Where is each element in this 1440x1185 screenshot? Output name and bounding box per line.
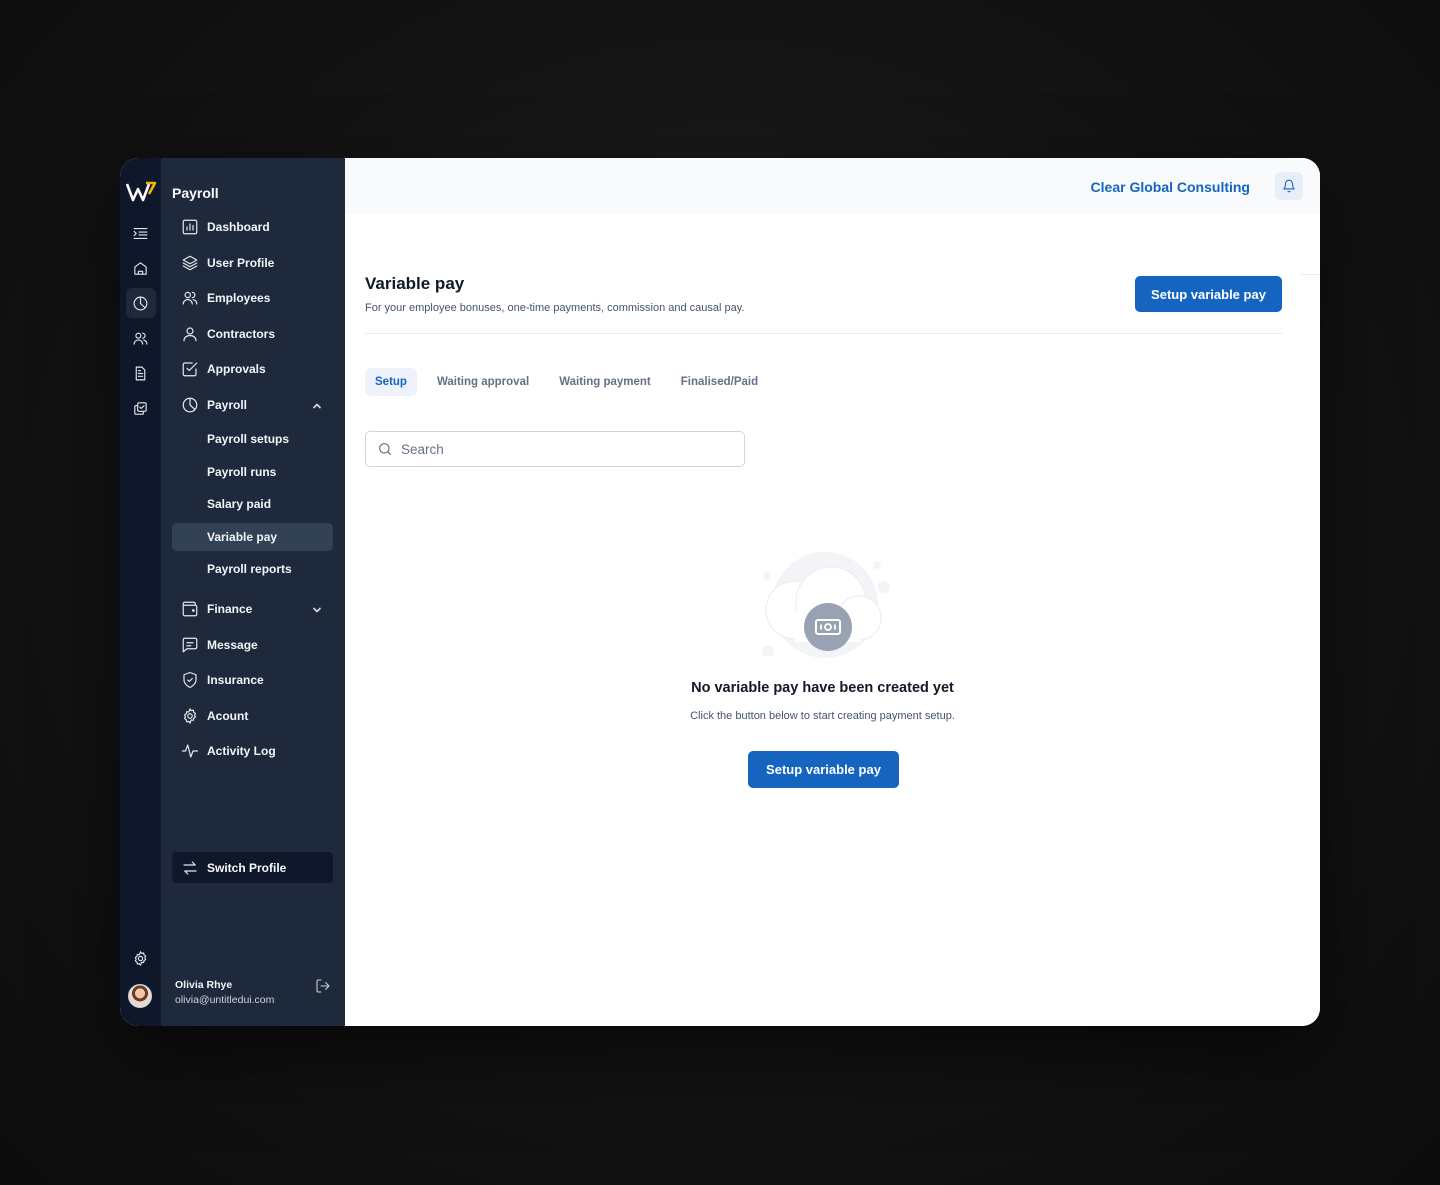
sidebar-item-label: Insurance: [207, 673, 264, 687]
tab-waiting-payment[interactable]: Waiting payment: [549, 368, 661, 396]
pie-chart-icon: [133, 296, 148, 310]
sidebar-item-label: Employees: [207, 291, 271, 305]
gear-icon: [183, 707, 197, 724]
shield-icon: [183, 671, 197, 689]
rail-settings-button[interactable]: [125, 943, 155, 973]
company-name[interactable]: Clear Global Consulting: [1091, 179, 1250, 195]
sidebar-item-label: Message: [207, 637, 258, 652]
sidebar-item-label: Dashboard: [207, 220, 270, 234]
topbar: Clear Global Consulting: [345, 158, 1320, 214]
empty-state-subtitle: Click the button below to start creating…: [690, 710, 955, 722]
sidebar-subitem-salary-paid[interactable]: Salary paid: [172, 490, 333, 518]
document-icon: [135, 366, 146, 380]
sidebar-item-activity-log[interactable]: Activity Log: [172, 736, 333, 766]
rail-menu-button[interactable]: [126, 218, 156, 248]
sidebar-item-approvals[interactable]: Approvals: [172, 354, 333, 384]
bell-icon: [1283, 179, 1295, 193]
sidebar-item-label: Payroll: [207, 397, 248, 412]
sidebar-subitem-payroll-runs[interactable]: Payroll runs: [172, 458, 333, 486]
empty-state-title: No variable pay have been created yet: [691, 680, 954, 696]
sidebar-subitem-payroll-reports[interactable]: Payroll reports: [172, 555, 333, 583]
tab-setup[interactable]: Setup: [365, 368, 417, 396]
app-window: Payroll Dashboard User Profile Employees…: [120, 158, 1320, 1026]
switch-profile-button[interactable]: Switch Profile: [172, 852, 333, 883]
user-name: Olivia Rhye: [175, 979, 233, 991]
divider: [1301, 274, 1320, 275]
user-email: olivia@untitledui.com: [175, 994, 275, 1006]
rail-users-button[interactable]: [126, 323, 156, 353]
sidebar-title: Payroll: [172, 185, 219, 201]
home-icon: [134, 261, 147, 275]
empty-state-cloud-illustration: [762, 552, 890, 658]
indent-icon: [133, 227, 148, 239]
sidebar-nav: Dashboard User Profile Employees Contrac…: [172, 212, 333, 772]
sidebar-item-payroll[interactable]: Payroll: [172, 390, 333, 420]
chevron-down-icon[interactable]: [311, 603, 323, 615]
sidebar-item-label: Finance: [207, 602, 253, 616]
search-input[interactable]: [401, 441, 721, 457]
search-icon: [379, 443, 391, 455]
sidebar-item-account[interactable]: Acount: [172, 701, 333, 731]
sidebar-item-insurance[interactable]: Insurance: [172, 665, 333, 695]
chevron-up-icon[interactable]: [311, 399, 323, 411]
sidebar-subitem-variable-pay[interactable]: Variable pay: [172, 522, 333, 551]
gear-icon: [134, 950, 146, 966]
tab-finalised-paid[interactable]: Finalised/Paid: [671, 368, 768, 396]
activity-icon: [181, 744, 199, 758]
page-subtitle: For your employee bonuses, one-time paym…: [365, 302, 745, 314]
switch-arrows-icon: [183, 860, 197, 875]
sidebar-item-label: Acount: [207, 708, 249, 723]
search-box[interactable]: [365, 431, 745, 467]
rail-documents-button[interactable]: [126, 358, 156, 388]
main-content: Clear Global Consulting Variable pay For…: [345, 158, 1320, 1026]
avatar[interactable]: [128, 984, 152, 1008]
sidebar-item-label: User Profile: [207, 255, 275, 270]
sidebar-item-message[interactable]: Message: [172, 630, 333, 660]
users-icon: [133, 332, 148, 345]
user-info: Olivia Rhye olivia@untitledui.com: [175, 979, 274, 1006]
sidebar-item-user-profile[interactable]: User Profile: [172, 248, 333, 278]
user-icon: [183, 326, 197, 341]
sidebar-item-label: Contractors: [207, 326, 276, 341]
header-divider: [365, 333, 1282, 334]
layers-icon: [182, 255, 198, 270]
sidebar-item-label: Activity Log: [207, 744, 276, 758]
sidebar-item-dashboard[interactable]: Dashboard: [172, 212, 333, 242]
setup-variable-pay-button[interactable]: Setup variable pay: [1135, 276, 1282, 312]
notifications-button[interactable]: [1275, 172, 1303, 200]
rail-copy-button[interactable]: [126, 393, 156, 423]
rail-payroll-button[interactable]: [125, 288, 156, 318]
pie-chart-icon: [182, 397, 198, 412]
logout-icon: [316, 979, 330, 993]
sidebar-item-label: Approvals: [207, 362, 266, 376]
check-square-icon: [182, 362, 198, 377]
rail-home-button[interactable]: [126, 253, 156, 283]
logo-icon[interactable]: [125, 180, 157, 204]
logout-button[interactable]: [315, 978, 331, 994]
tab-waiting-approval[interactable]: Waiting approval: [427, 368, 539, 396]
empty-setup-variable-pay-button[interactable]: Setup variable pay: [748, 751, 899, 788]
sidebar-item-finance[interactable]: Finance: [172, 594, 333, 624]
sidebar-item-contractors[interactable]: Contractors: [172, 319, 333, 349]
message-icon: [182, 637, 198, 652]
status-tabs: Setup Waiting approval Waiting payment F…: [365, 368, 772, 396]
icon-rail: [120, 158, 161, 1026]
switch-profile-label: Switch Profile: [207, 860, 287, 875]
copy-check-icon: [134, 401, 147, 415]
wallet-icon: [182, 601, 198, 617]
sidebar-subitem-payroll-setups[interactable]: Payroll setups: [172, 425, 333, 453]
sidebar: Payroll Dashboard User Profile Employees…: [161, 158, 345, 1026]
page-title: Variable pay: [365, 274, 465, 293]
sidebar-item-employees[interactable]: Employees: [172, 283, 333, 313]
bar-chart-icon: [182, 219, 198, 235]
users-icon: [182, 291, 198, 305]
